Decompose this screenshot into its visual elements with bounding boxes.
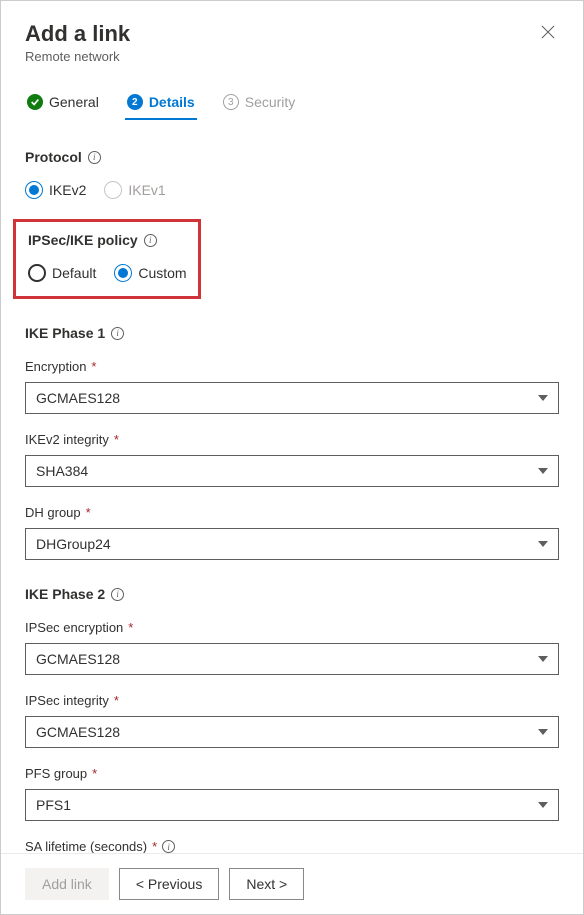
- select-value: GCMAES128: [36, 651, 120, 667]
- radio-custom[interactable]: Custom: [114, 264, 186, 282]
- select-value: GCMAES128: [36, 724, 120, 740]
- close-icon[interactable]: [537, 21, 559, 48]
- tab-label: Security: [245, 94, 296, 110]
- tab-bar: General 2 Details 3 Security: [25, 88, 559, 121]
- required-asterisk: *: [114, 432, 119, 447]
- page-title: Add a link: [25, 21, 130, 47]
- required-asterisk: *: [152, 839, 157, 854]
- tab-label: General: [49, 94, 99, 110]
- tab-details[interactable]: 2 Details: [125, 88, 197, 120]
- radio-label: IKEv1: [128, 182, 165, 198]
- tab-general[interactable]: General: [25, 88, 101, 120]
- radio-circle-icon: [104, 181, 122, 199]
- previous-button[interactable]: < Previous: [119, 868, 220, 900]
- label-text: Protocol: [25, 149, 82, 165]
- required-asterisk: *: [114, 693, 119, 708]
- label-text: DH group: [25, 505, 81, 520]
- label-text: IPSec encryption: [25, 620, 123, 635]
- label-text: Encryption: [25, 359, 86, 374]
- tab-security[interactable]: 3 Security: [221, 88, 298, 120]
- select-value: PFS1: [36, 797, 71, 813]
- ipsec-encryption-label: IPSec encryption *: [25, 620, 559, 635]
- tab-label: Details: [149, 94, 195, 110]
- radio-circle-icon: [28, 264, 46, 282]
- ikev2-integrity-label: IKEv2 integrity *: [25, 432, 559, 447]
- sa-lifetime-label: SA lifetime (seconds) * i: [25, 839, 559, 854]
- pfs-group-label: PFS group *: [25, 766, 559, 781]
- step-number-icon: 2: [127, 94, 143, 110]
- check-icon: [27, 94, 43, 110]
- radio-circle-icon: [25, 181, 43, 199]
- heading-text: IKE Phase 1: [25, 325, 105, 341]
- info-icon[interactable]: i: [111, 327, 124, 340]
- info-icon[interactable]: i: [111, 588, 124, 601]
- select-value: GCMAES128: [36, 390, 120, 406]
- label-text: SA lifetime (seconds): [25, 839, 147, 854]
- info-icon[interactable]: i: [88, 151, 101, 164]
- label-text: IPSec integrity: [25, 693, 109, 708]
- ikev2-integrity-select[interactable]: SHA384: [25, 455, 559, 487]
- required-asterisk: *: [86, 505, 91, 520]
- step-number-icon: 3: [223, 94, 239, 110]
- label-text: IKEv2 integrity: [25, 432, 109, 447]
- radio-label: IKEv2: [49, 182, 86, 198]
- page-subtitle: Remote network: [25, 49, 130, 64]
- radio-label: Default: [52, 265, 96, 281]
- required-asterisk: *: [92, 766, 97, 781]
- radio-ikev1[interactable]: IKEv1: [104, 181, 165, 199]
- ipsec-policy-label: IPSec/IKE policy i: [28, 232, 186, 248]
- ike-phase-2-heading: IKE Phase 2 i: [25, 586, 559, 602]
- ipsec-integrity-select[interactable]: GCMAES128: [25, 716, 559, 748]
- add-link-button: Add link: [25, 868, 109, 900]
- dh-group-label: DH group *: [25, 505, 559, 520]
- encryption-select[interactable]: GCMAES128: [25, 382, 559, 414]
- radio-label: Custom: [138, 265, 186, 281]
- radio-ikev2[interactable]: IKEv2: [25, 181, 86, 199]
- ipsec-integrity-label: IPSec integrity *: [25, 693, 559, 708]
- radio-default[interactable]: Default: [28, 264, 96, 282]
- required-asterisk: *: [91, 359, 96, 374]
- select-value: SHA384: [36, 463, 88, 479]
- info-icon[interactable]: i: [162, 840, 175, 853]
- label-text: IPSec/IKE policy: [28, 232, 138, 248]
- heading-text: IKE Phase 2: [25, 586, 105, 602]
- dh-group-select[interactable]: DHGroup24: [25, 528, 559, 560]
- label-text: PFS group: [25, 766, 87, 781]
- ipsec-policy-highlight: IPSec/IKE policy i Default Custom: [13, 219, 201, 299]
- footer: Add link < Previous Next >: [1, 853, 583, 914]
- ike-phase-1-heading: IKE Phase 1 i: [25, 325, 559, 341]
- encryption-label: Encryption *: [25, 359, 559, 374]
- pfs-group-select[interactable]: PFS1: [25, 789, 559, 821]
- ipsec-encryption-select[interactable]: GCMAES128: [25, 643, 559, 675]
- radio-circle-icon: [114, 264, 132, 282]
- protocol-section-label: Protocol i: [25, 149, 559, 165]
- required-asterisk: *: [128, 620, 133, 635]
- next-button[interactable]: Next >: [229, 868, 304, 900]
- info-icon[interactable]: i: [144, 234, 157, 247]
- select-value: DHGroup24: [36, 536, 111, 552]
